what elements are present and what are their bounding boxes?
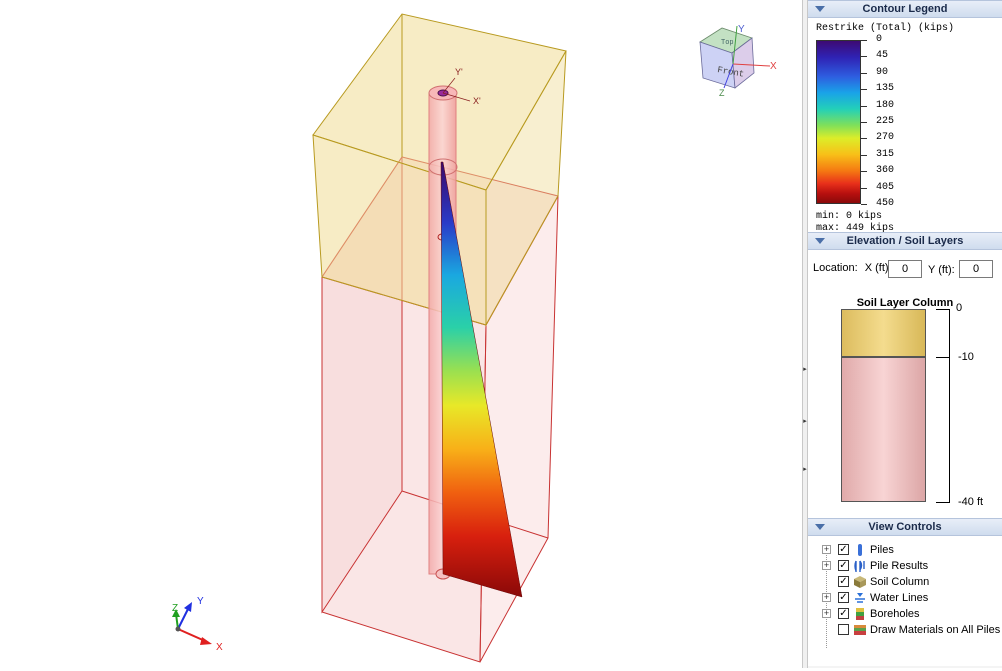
x-location-input[interactable] (888, 260, 922, 278)
view-controls-tree: + ✓ Piles + ✓ Pile Results ✓ Soil Column… (808, 536, 1002, 666)
tree-item-label: Boreholes (870, 608, 920, 620)
expand-icon[interactable]: + (822, 609, 831, 618)
elevation-title: Elevation / Soil Layers (846, 235, 964, 247)
splitter-arrow-icon[interactable]: ▸ (803, 466, 807, 474)
legend-tick-mark (861, 138, 867, 139)
draw-materials-checkbox[interactable] (838, 624, 849, 635)
elevation-label-bottom: -40 ft (958, 496, 984, 508)
boreholes-icon (856, 608, 864, 620)
3d-scene: Y' X' Front Top X Y Z X Y Z (172, 13, 777, 663)
view-controls-title: View Controls (868, 521, 942, 533)
legend-color-bar (816, 40, 861, 204)
tree-item-label: Draw Materials on All Piles (870, 624, 1001, 636)
collapse-arrow-icon[interactable] (815, 6, 825, 12)
legend-tick-mark (861, 40, 867, 41)
contour-legend-title: Contour Legend (862, 3, 948, 15)
expand-icon[interactable]: + (822, 593, 831, 602)
view-cube-top-face[interactable]: Top (721, 39, 734, 47)
legend-quantity-title: Restrike (Total) (kips) (816, 23, 955, 34)
contour-legend: Restrike (Total) (kips) 0 45 90 135 180 225 27… (808, 18, 1002, 234)
axis-x-label: X (216, 642, 223, 653)
legend-tick-mark (861, 73, 867, 74)
legend-tick-label: 270 (876, 132, 895, 143)
y-ft-label: Y (ft): (928, 264, 955, 276)
elevation-header[interactable]: Elevation / Soil Layers (808, 232, 1002, 250)
3d-viewport[interactable]: Y' X' Front Top X Y Z X Y Z (0, 0, 802, 668)
soil-layer-column-title: Soil Layer Column (856, 297, 954, 309)
collapse-arrow-icon[interactable] (815, 238, 825, 244)
tree-item-label: Pile Results (870, 560, 929, 572)
soil-column-icon (854, 576, 866, 588)
legend-tick-label: 90 (876, 67, 889, 78)
expand-icon[interactable]: + (822, 545, 831, 554)
view-cube-z-label: Z (719, 88, 725, 98)
legend-tick-label: 225 (876, 116, 895, 127)
legend-tick-mark (861, 106, 867, 107)
expand-icon[interactable]: + (822, 561, 831, 570)
collapse-arrow-icon[interactable] (815, 524, 825, 530)
piles-checkbox[interactable]: ✓ (838, 544, 849, 555)
legend-tick-mark (861, 204, 867, 205)
side-panel: Contour Legend Restrike (Total) (kips) 0… (808, 0, 1002, 668)
view-cube-x-label: X (770, 61, 777, 72)
legend-tick-mark (861, 188, 867, 189)
legend-tick-label: 45 (876, 50, 889, 61)
elevation-tick (936, 357, 950, 358)
legend-tick-label: 135 (876, 83, 895, 94)
axis-triad: X Y Z (172, 596, 223, 653)
legend-tick-mark (861, 89, 867, 90)
axis-z-label: Z (172, 603, 178, 614)
axis-y-label: Y (197, 596, 204, 607)
water-lines-icon (855, 593, 865, 603)
view-cube[interactable]: Front Top X Y Z (699, 24, 777, 98)
view-cube-y-label: Y (738, 24, 745, 35)
tree-item-label: Water Lines (870, 592, 929, 604)
elevation-soil-layers: Location: X (ft): Y (ft): Soil Layer Col… (808, 250, 1002, 518)
splitter-arrow-icon[interactable]: ▸ (803, 418, 807, 426)
elevation-axis (949, 309, 950, 502)
pile-icon (858, 544, 862, 556)
legend-tick-mark (861, 171, 867, 172)
legend-tick-label: 315 (876, 149, 895, 160)
soil-column-checkbox[interactable]: ✓ (838, 576, 849, 587)
tree-item-label: Soil Column (870, 576, 930, 588)
view-controls-header[interactable]: View Controls (808, 518, 1002, 536)
legend-tick-label: 0 (876, 34, 883, 45)
y-location-input[interactable] (959, 260, 993, 278)
boreholes-checkbox[interactable]: ✓ (838, 608, 849, 619)
elevation-label-top: 0 (956, 302, 963, 314)
soil-layer-upper[interactable] (841, 309, 926, 357)
pile-results-icon (854, 560, 865, 572)
pile-y-prime-label: Y' (455, 67, 463, 77)
materials-icon (854, 625, 866, 635)
soil-layer-lower[interactable] (841, 357, 926, 502)
legend-tick-mark (861, 56, 867, 57)
pile-x-prime-label: X' (473, 96, 481, 106)
location-label: Location: (813, 262, 858, 274)
pile-results-checkbox[interactable]: ✓ (838, 560, 849, 571)
contour-legend-header[interactable]: Contour Legend (808, 0, 1002, 18)
tree-item-label: Piles (870, 544, 894, 556)
legend-tick-label: 450 (876, 198, 895, 209)
legend-tick-label: 180 (876, 100, 895, 111)
elevation-label-mid: -10 (958, 351, 974, 363)
legend-tick-label: 360 (876, 165, 895, 176)
location-row: Location: X (ft): (813, 258, 892, 278)
legend-min-value: min: 0 kips (816, 211, 883, 222)
elevation-tick (936, 502, 950, 503)
water-lines-checkbox[interactable]: ✓ (838, 592, 849, 603)
splitter-arrow-icon[interactable]: ▸ (803, 366, 807, 374)
elevation-tick (936, 309, 950, 310)
legend-tick-label: 405 (876, 182, 895, 193)
legend-tick-mark (861, 122, 867, 123)
legend-tick-mark (861, 155, 867, 156)
